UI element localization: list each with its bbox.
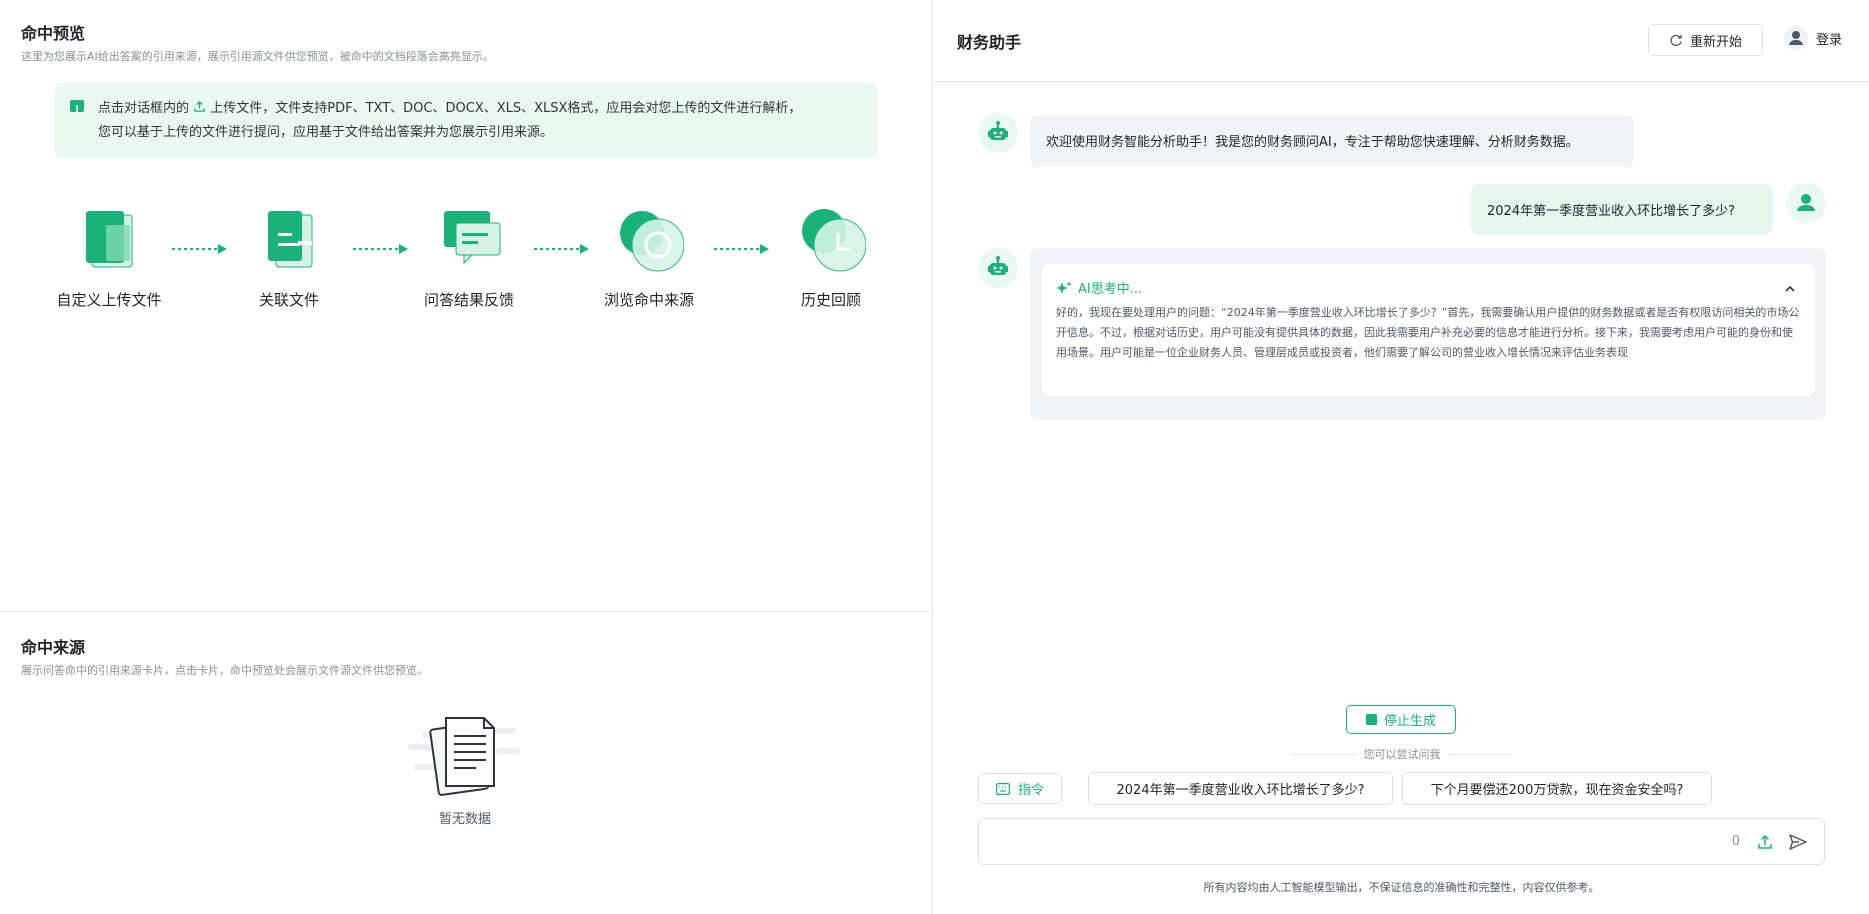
keyboard-icon: [995, 782, 1010, 795]
suggestion-chip[interactable]: 下个月要偿还200万贷款，现在资金安全吗?: [1402, 772, 1712, 805]
tip-line1-suffix: 上传文件，文件支持PDF、TXT、DOC、DOCX、XLS、XLSX格式，应用会…: [210, 101, 802, 116]
step-browse-source: 浏览命中来源: [584, 205, 714, 310]
stop-icon: [1365, 714, 1377, 725]
tip-line-2: 您可以基于上传的文件进行提问，应用基于文件给出答案并为您展示引用来源。: [98, 125, 554, 140]
chat-input[interactable]: 0: [978, 818, 1825, 865]
arrow-icon: [172, 244, 227, 254]
app-root: 命中预览 这里为您展示AI给出答案的引用来源，展示引用源文件供您预览，被命中的文…: [0, 0, 1869, 914]
restart-button[interactable]: 重新开始: [1648, 24, 1763, 56]
arrow-icon: [714, 244, 769, 254]
workflow-steps: 自定义上传文件 关联文件 问答结果反馈 浏览命中来源 历史回顾: [44, 205, 884, 325]
refresh-icon: [1670, 34, 1682, 47]
arrow-icon: [534, 244, 589, 254]
user-avatar-icon: [1786, 183, 1826, 223]
source-header: 命中来源 展示问答命中的引用来源卡片，点击卡片，命中预览处会展示文件源文件供您预…: [21, 634, 428, 678]
command-label: 指令: [1017, 783, 1044, 798]
history-icon: [802, 209, 867, 272]
step-label: 自定义上传文件: [56, 291, 162, 309]
login-button[interactable]: 登录: [1784, 26, 1842, 50]
chevron-up-icon[interactable]: [1785, 284, 1795, 294]
tip-line-1: 点击对话框内的 上传文件，文件支持PDF、TXT、DOC、DOCX、XLS、XL…: [98, 97, 861, 121]
user-question-text: 2024年第一季度营业收入环比增长了多少?: [1487, 204, 1735, 219]
stop-generation-button[interactable]: 停止生成: [1346, 705, 1456, 734]
character-count: 0: [1731, 834, 1740, 849]
sparkle-icon: [1056, 280, 1072, 294]
section-divider: [0, 611, 933, 612]
info-icon: [70, 98, 84, 122]
thinking-header[interactable]: AI思考中...: [1056, 278, 1801, 297]
login-label: 登录: [1816, 32, 1843, 48]
bot-avatar-icon: [978, 248, 1018, 288]
step-label: 历史回顾: [800, 291, 861, 309]
try-label: 您可以尝试问我: [1363, 748, 1441, 761]
step-label: 浏览命中来源: [603, 291, 694, 309]
step-link-file: 关联文件: [224, 205, 354, 310]
hit-preview-panel: 命中预览 这里为您展示AI给出答案的引用来源，展示引用源文件供您预览，被命中的文…: [0, 0, 933, 914]
thinking-card: AI思考中... 好的，我现在要处理用户的问题：“2024年第一季度营业收入环比…: [1042, 264, 1815, 396]
feedback-icon: [444, 211, 501, 265]
upload-icon[interactable]: [1756, 833, 1774, 851]
empty-document-icon: [408, 717, 520, 796]
empty-text: 暂无数据: [438, 812, 491, 827]
preview-title: 命中预览: [21, 24, 86, 43]
source-title: 命中来源: [21, 638, 86, 657]
suggestion-chip[interactable]: 2024年第一季度营业收入环比增长了多少?: [1088, 772, 1393, 805]
step-feedback: 问答结果反馈: [404, 205, 534, 310]
tip-line1-prefix: 点击对话框内的: [98, 101, 190, 116]
empty-state: 暂无数据: [400, 712, 530, 827]
restart-label: 重新开始: [1689, 34, 1742, 50]
step-history: 历史回顾: [766, 205, 896, 310]
send-icon[interactable]: [1789, 833, 1807, 851]
assistant-title: 财务助手: [957, 33, 1022, 52]
thinking-message: AI思考中... 好的，我现在要处理用户的问题：“2024年第一季度营业收入环比…: [1030, 248, 1826, 420]
step-label: 问答结果反馈: [423, 291, 514, 309]
suggestion-text: 2024年第一季度营业收入环比增长了多少?: [1116, 783, 1365, 798]
thinking-title: AI思考中...: [1078, 282, 1143, 297]
step-upload: 自定义上传文件: [44, 205, 174, 310]
upload-file-icon: [86, 211, 133, 268]
suggestion-text: 下个月要偿还200万贷款，现在资金安全吗?: [1430, 783, 1684, 798]
divider-line: [1292, 753, 1356, 755]
welcome-text: 欢迎使用财务智能分析助手！我是您的财务顾问AI，专注于帮助您快速理解、分析财务数…: [1046, 135, 1579, 150]
user-avatar-icon: [1784, 26, 1808, 50]
user-message: 2024年第一季度营业收入环比增长了多少?: [1471, 184, 1773, 235]
arrow-icon: [353, 244, 408, 254]
step-label: 关联文件: [258, 291, 319, 309]
disclaimer-text: 所有内容均由人工智能模型输出，不保证信息的准确性和完整性，内容仅供参考。: [1203, 881, 1600, 894]
stop-label: 停止生成: [1383, 714, 1436, 729]
source-subtitle: 展示问答命中的引用来源卡片，点击卡片，命中预览处会展示文件源文件供您预览。: [21, 664, 428, 677]
bot-avatar-icon: [978, 113, 1018, 153]
browse-source-icon: [620, 211, 685, 272]
chat-panel: 财务助手 重新开始 登录 欢迎使用财务智能分析助手！我是您的财务顾问AI，专注于…: [934, 0, 1869, 914]
try-asking-divider: 您可以尝试问我: [1292, 746, 1512, 762]
preview-header: 命中预览 这里为您展示AI给出答案的引用来源，展示引用源文件供您预览，被命中的文…: [21, 20, 494, 64]
divider-line: [1448, 753, 1512, 755]
welcome-message: 欢迎使用财务智能分析助手！我是您的财务顾问AI，专注于帮助您快速理解、分析财务数…: [1030, 115, 1634, 167]
preview-subtitle: 这里为您展示AI给出答案的引用来源，展示引用源文件供您预览，被命中的文档段落会高…: [21, 50, 494, 63]
chat-header: 财务助手 重新开始 登录: [934, 0, 1869, 82]
upload-tip-box: 点击对话框内的 上传文件，文件支持PDF、TXT、DOC、DOCX、XLS、XL…: [54, 83, 877, 158]
upload-icon: [194, 100, 205, 112]
link-file-icon: [268, 211, 313, 268]
thinking-text: 好的，我现在要处理用户的问题：“2024年第一季度营业收入环比增长了多少？”首先…: [1056, 306, 1800, 359]
command-button[interactable]: 指令: [978, 773, 1062, 804]
